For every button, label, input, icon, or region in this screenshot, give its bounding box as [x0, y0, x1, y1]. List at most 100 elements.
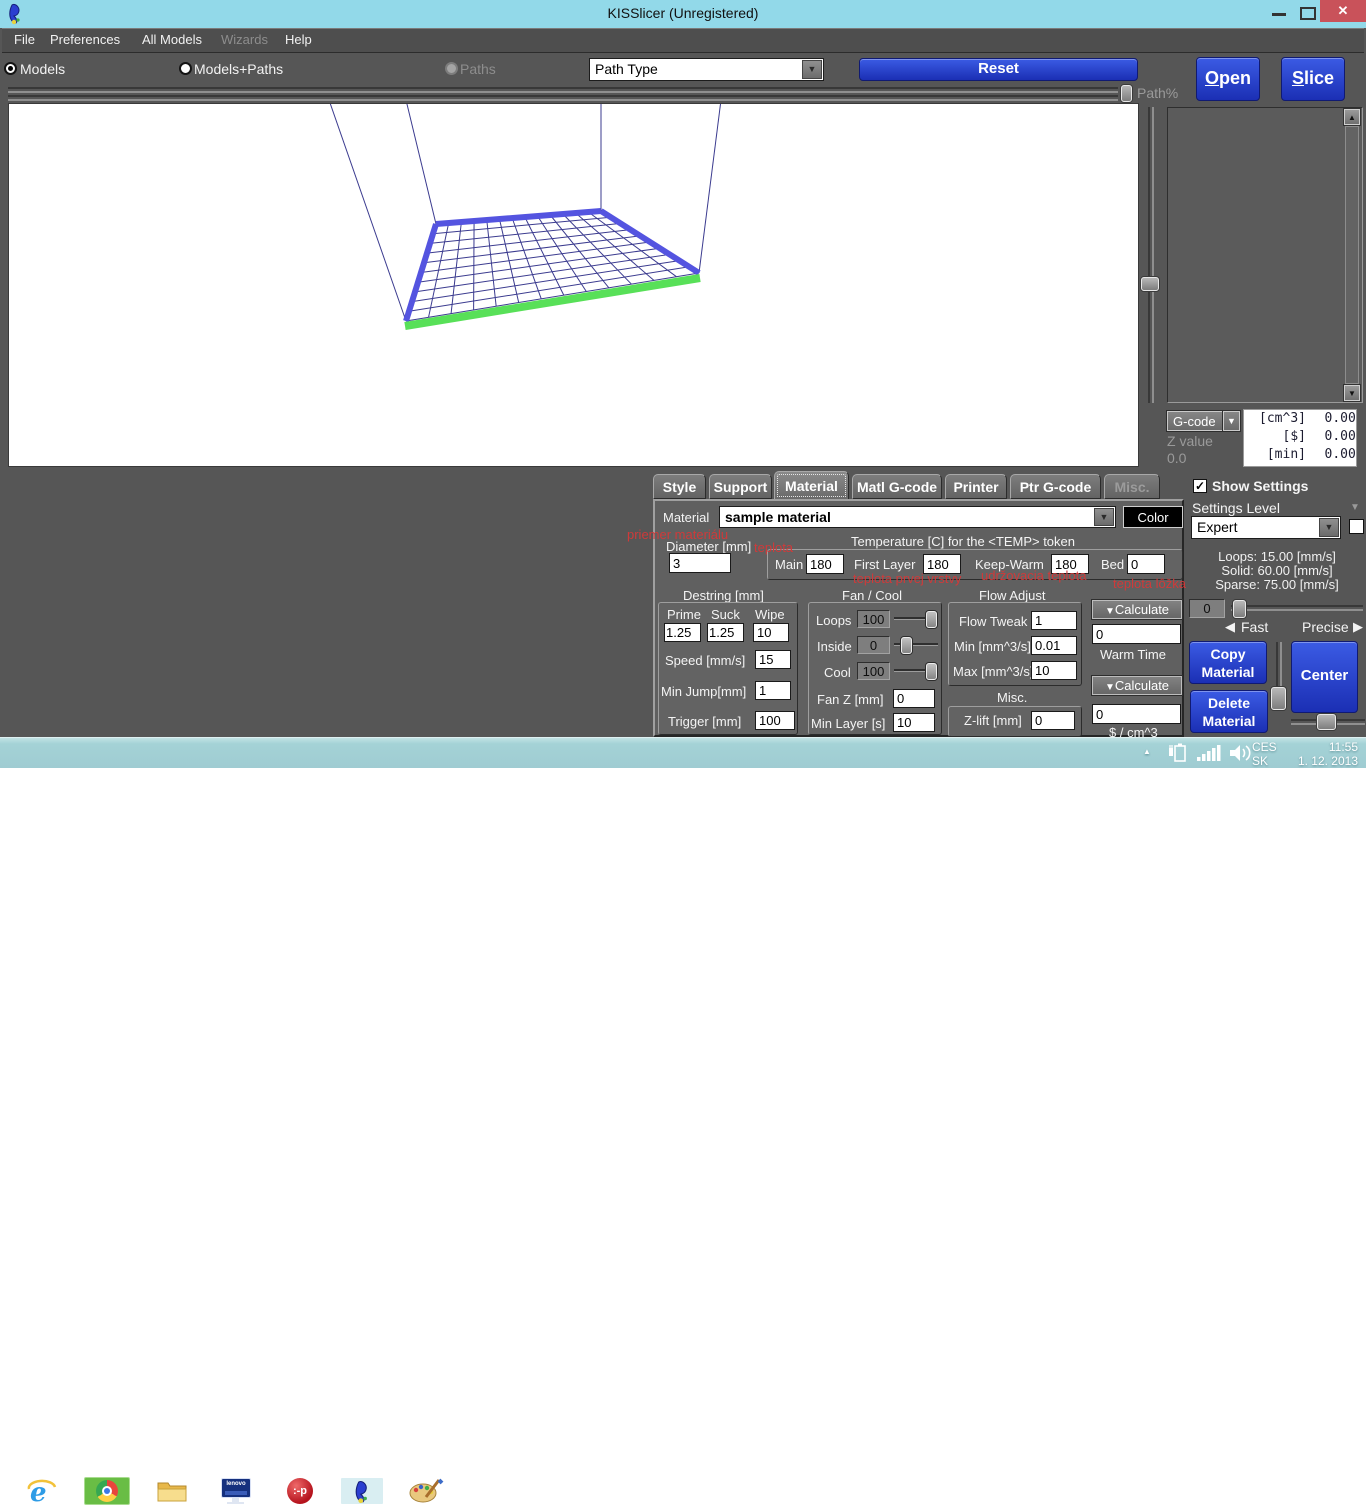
calculate-cost-button[interactable]: ▼Calculate [1092, 676, 1182, 695]
path-percent-slider-track[interactable] [8, 87, 1118, 93]
warm-time-input[interactable] [1092, 624, 1181, 644]
tray-network-icon[interactable] [1196, 743, 1224, 763]
tab-ptr-gcode[interactable]: Ptr G-code [1010, 474, 1101, 499]
reset-button[interactable]: Reset [859, 58, 1138, 81]
show-settings-label[interactable]: Show Settings [1212, 478, 1308, 494]
menu-all-models[interactable]: All Models [142, 32, 202, 47]
fast-arrow-icon[interactable]: ◀ [1225, 619, 1235, 635]
destring-suck-input[interactable] [707, 623, 744, 642]
radio-models[interactable] [4, 62, 17, 75]
close-button[interactable]: ✕ [1320, 0, 1366, 22]
menu-file[interactable]: File [14, 32, 35, 47]
open-button[interactable]: Open [1196, 57, 1260, 101]
precise-arrow-icon[interactable]: ▶ [1353, 619, 1363, 635]
calculate-warm-button[interactable]: ▼Calculate [1092, 600, 1182, 619]
tray-volume-icon[interactable] [1228, 742, 1252, 764]
quality-slider-handle[interactable] [1233, 600, 1246, 618]
fan-loops-slider[interactable] [894, 610, 938, 628]
destring-prime-input[interactable] [664, 623, 701, 642]
scroll-down-icon[interactable]: ▼ [1344, 385, 1360, 401]
maximize-button[interactable] [1300, 7, 1316, 29]
tab-printer[interactable]: Printer [945, 474, 1007, 499]
material-select[interactable]: sample material ▼ [719, 506, 1116, 528]
temp-bed-input[interactable] [1127, 554, 1165, 574]
center-slider-handle[interactable] [1317, 714, 1336, 730]
flow-min-input[interactable] [1031, 636, 1077, 655]
warm-time-label: Warm Time [1100, 647, 1166, 662]
tray-battery-icon[interactable] [1166, 742, 1190, 764]
gcode-select[interactable]: G-code [1167, 411, 1223, 431]
misc-title: Misc. [997, 690, 1027, 705]
path-type-select[interactable]: Path Type ▼ [589, 58, 824, 81]
min-layer-input[interactable] [893, 713, 935, 732]
model-list-scrollbar[interactable] [1345, 126, 1359, 384]
stat-volume: [cm^3] 0.00 [1244, 410, 1356, 428]
path-percent-slider-handle[interactable] [1121, 85, 1132, 102]
flow-group: Flow Tweak Min [mm^3/s] Max [mm^3/s] [948, 602, 1082, 686]
settings-level-select[interactable]: Expert ▼ [1191, 516, 1341, 539]
flow-title: Flow Adjust [979, 588, 1045, 603]
tab-style[interactable]: Style [653, 474, 706, 499]
radio-models-label[interactable]: Models [20, 61, 65, 77]
precise-label[interactable]: Precise [1302, 619, 1349, 635]
model-list[interactable]: ▲ ▼ [1167, 107, 1363, 403]
fan-cool-slider[interactable] [894, 662, 938, 680]
tray-hidden-icons[interactable]: ▲ [1143, 747, 1151, 756]
fast-label[interactable]: Fast [1241, 619, 1268, 635]
temp-main-input[interactable] [806, 554, 844, 574]
models-vertical-slider-track[interactable] [1148, 107, 1154, 403]
menu-help[interactable]: Help [285, 32, 312, 47]
material-vertical-slider-handle[interactable] [1271, 687, 1286, 710]
radio-models-paths-label[interactable]: Models+Paths [194, 61, 283, 77]
destring-trigger-input[interactable] [755, 711, 795, 730]
tab-misc: Misc. [1104, 474, 1160, 499]
tab-support[interactable]: Support [709, 474, 772, 499]
color-button[interactable]: Color [1123, 506, 1183, 528]
taskbar-chrome-icon[interactable] [84, 1477, 130, 1505]
taskbar-explorer-icon[interactable] [152, 1477, 192, 1505]
tab-matl-gcode[interactable]: Matl G-code [852, 474, 942, 499]
chevron-down-icon[interactable]: ▼ [802, 60, 822, 79]
taskbar-paint-icon[interactable] [406, 1477, 446, 1505]
3d-viewport[interactable] [8, 103, 1139, 467]
quality-value: 0 [1189, 599, 1225, 618]
show-settings-checkbox[interactable]: ✓ [1193, 479, 1207, 493]
flow-tweak-input[interactable] [1031, 611, 1077, 630]
temp-main-label: Main [775, 557, 803, 572]
destring-wipe-input[interactable] [753, 623, 789, 642]
flow-max-label: Max [mm^3/s] [953, 664, 1034, 679]
taskbar-ie-icon[interactable]: e [22, 1477, 62, 1505]
taskbar-lenovo-icon[interactable]: lenovo [216, 1477, 256, 1505]
settings-lock-checkbox[interactable] [1349, 519, 1364, 534]
menu-preferences[interactable]: Preferences [50, 32, 120, 47]
stat-cost: [$] 0.00 [1244, 428, 1356, 446]
models-vertical-slider-handle[interactable] [1141, 277, 1159, 291]
radio-models-paths[interactable] [179, 62, 192, 75]
destring-speed-input[interactable] [755, 650, 791, 669]
fan-loops-label: Loops [816, 613, 851, 628]
cost-input[interactable] [1092, 704, 1181, 724]
settings-level-arrow-icon[interactable]: ▼ [1350, 502, 1360, 513]
destring-minjump-input[interactable] [755, 681, 791, 700]
tray-clock[interactable]: 11:55 1. 12. 2013 [1286, 740, 1358, 768]
copy-material-button[interactable]: Copy Material [1189, 641, 1267, 684]
gcode-select-arrow-icon[interactable]: ▼ [1223, 411, 1240, 431]
window-title: KISSlicer (Unregistered) [0, 5, 1366, 21]
quality-slider-track[interactable] [1231, 605, 1363, 611]
scroll-up-icon[interactable]: ▲ [1344, 109, 1360, 125]
chevron-down-icon[interactable]: ▼ [1319, 518, 1339, 537]
fan-inside-slider[interactable] [894, 636, 938, 654]
delete-material-button[interactable]: Delete Material [1190, 690, 1268, 733]
tray-language[interactable]: CES SK [1252, 740, 1282, 768]
slice-button[interactable]: Slice [1281, 57, 1345, 101]
fan-z-input[interactable] [893, 689, 935, 708]
stat-time: [min] 0.00 [1244, 446, 1356, 464]
tab-material[interactable]: Material [774, 471, 849, 500]
diameter-input[interactable] [669, 553, 731, 573]
taskbar-smiley-icon[interactable]: :-p [281, 1477, 321, 1505]
zlift-input[interactable] [1031, 711, 1075, 730]
taskbar-kisslicer-icon[interactable] [340, 1477, 384, 1505]
flow-max-input[interactable] [1031, 661, 1077, 680]
material-select-arrow-icon[interactable]: ▼ [1094, 508, 1114, 526]
center-button[interactable]: Center [1291, 641, 1358, 713]
